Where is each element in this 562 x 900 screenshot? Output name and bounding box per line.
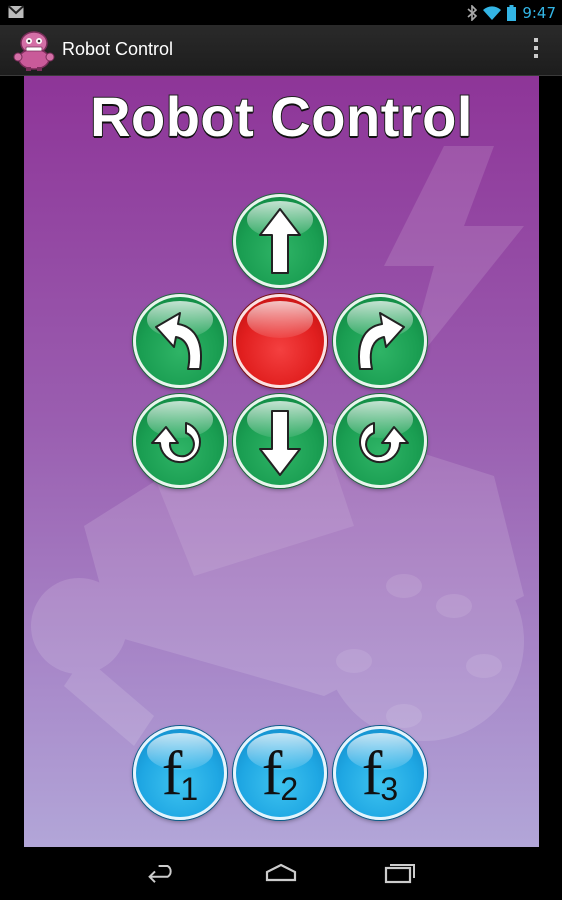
function-2-button[interactable]: f2 xyxy=(233,726,327,820)
function-1-label: f1 xyxy=(161,740,199,808)
back-icon[interactable] xyxy=(144,862,180,886)
arrow-down-icon xyxy=(259,410,301,476)
turn-right-button[interactable] xyxy=(333,294,427,388)
status-time: 9:47 xyxy=(522,3,556,22)
robot-app-icon[interactable] xyxy=(12,29,56,71)
turn-left-button[interactable] xyxy=(133,294,227,388)
bluetooth-icon xyxy=(467,4,478,21)
navigation-bar xyxy=(0,848,562,900)
status-bar: 9:47 xyxy=(0,0,562,25)
backward-button[interactable] xyxy=(233,394,327,488)
function-2-label: f2 xyxy=(261,740,299,808)
wifi-icon xyxy=(483,5,502,20)
action-bar-title: Robot Control xyxy=(62,39,174,59)
rotate-right-button[interactable] xyxy=(333,394,427,488)
battery-icon xyxy=(507,4,517,21)
page-title: Robot Control xyxy=(89,84,473,149)
control-panel: Robot Control f1 f2 f3 xyxy=(24,76,539,847)
function-3-label: f3 xyxy=(361,740,399,808)
recent-apps-icon[interactable] xyxy=(382,862,418,886)
function-1-button[interactable]: f1 xyxy=(133,726,227,820)
arrow-up-icon xyxy=(259,208,301,274)
curved-arrow-left-icon xyxy=(155,312,202,370)
home-icon[interactable] xyxy=(263,862,299,886)
function-3-button[interactable]: f3 xyxy=(333,726,427,820)
rotate-cw-icon xyxy=(359,422,409,464)
rotate-ccw-icon xyxy=(151,422,201,464)
curved-arrow-right-icon xyxy=(358,312,405,370)
forward-button[interactable] xyxy=(233,194,327,288)
action-bar: Robot Control xyxy=(0,25,562,76)
overflow-menu-icon[interactable] xyxy=(532,38,540,62)
gmail-notification-icon xyxy=(8,5,24,18)
rotate-left-button[interactable] xyxy=(133,394,227,488)
stop-button[interactable] xyxy=(233,294,327,388)
